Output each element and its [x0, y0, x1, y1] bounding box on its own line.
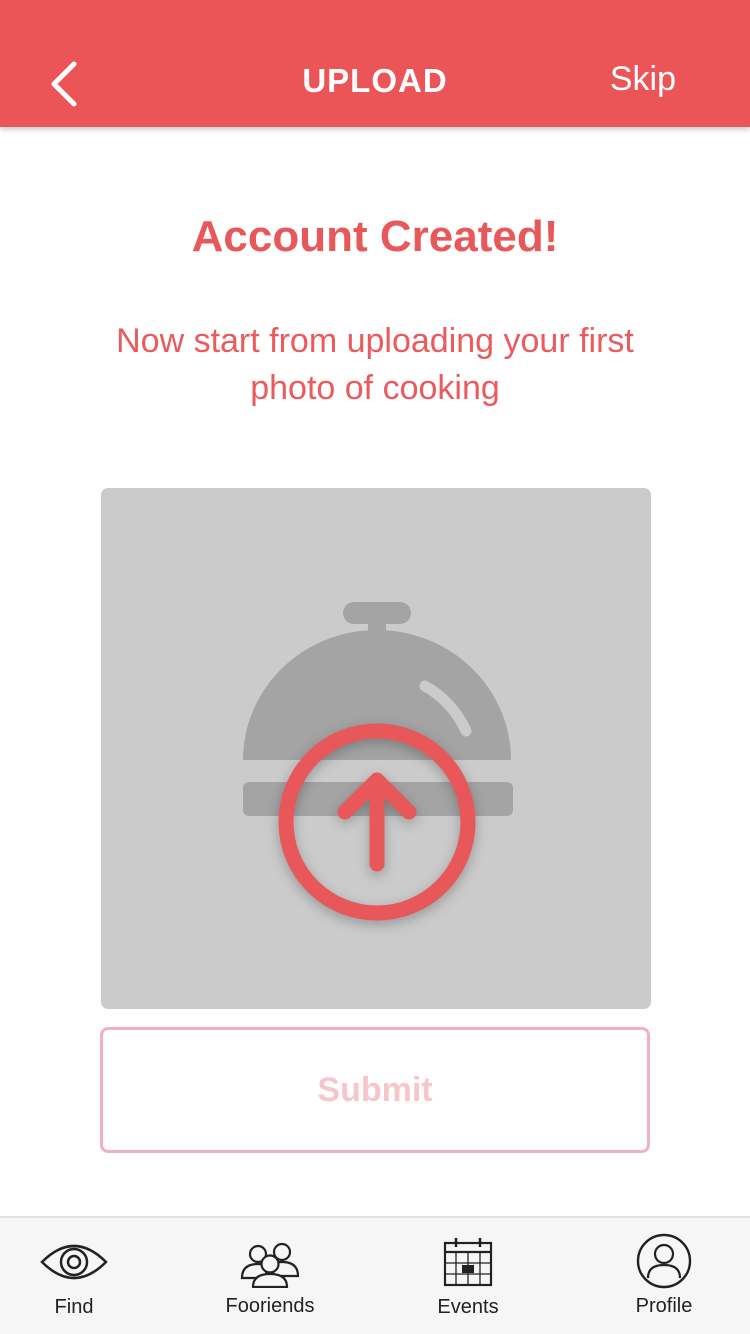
tab-label-profile: Profile [635, 1295, 693, 1317]
calendar-icon [443, 1238, 493, 1287]
user-circle-icon [636, 1233, 692, 1289]
tab-profile[interactable]: Profile [594, 1218, 734, 1334]
bottom-tab-bar: Find Fooriends Events Profile [0, 1216, 750, 1334]
account-created-heading: Account Created! [191, 212, 559, 261]
skip-button[interactable]: Skip [610, 60, 676, 99]
tab-label-find: Find [54, 1296, 94, 1318]
tab-fooriends[interactable]: Fooriends [200, 1218, 340, 1334]
people-icon [240, 1242, 300, 1288]
top-bar: UPLOAD Skip [0, 0, 750, 127]
tab-label-fooriends: Fooriends [225, 1295, 315, 1317]
photo-upload-area[interactable] [101, 488, 651, 1009]
eye-icon [40, 1244, 108, 1280]
submit-button[interactable]: Submit [100, 1027, 650, 1153]
upload-instructions: Now start from uploading your first phot… [116, 322, 634, 407]
tab-label-events: Events [437, 1296, 499, 1318]
upload-arrow-circle-icon [278, 723, 476, 921]
tab-find[interactable]: Find [4, 1218, 144, 1334]
tab-events[interactable]: Events [398, 1218, 538, 1334]
